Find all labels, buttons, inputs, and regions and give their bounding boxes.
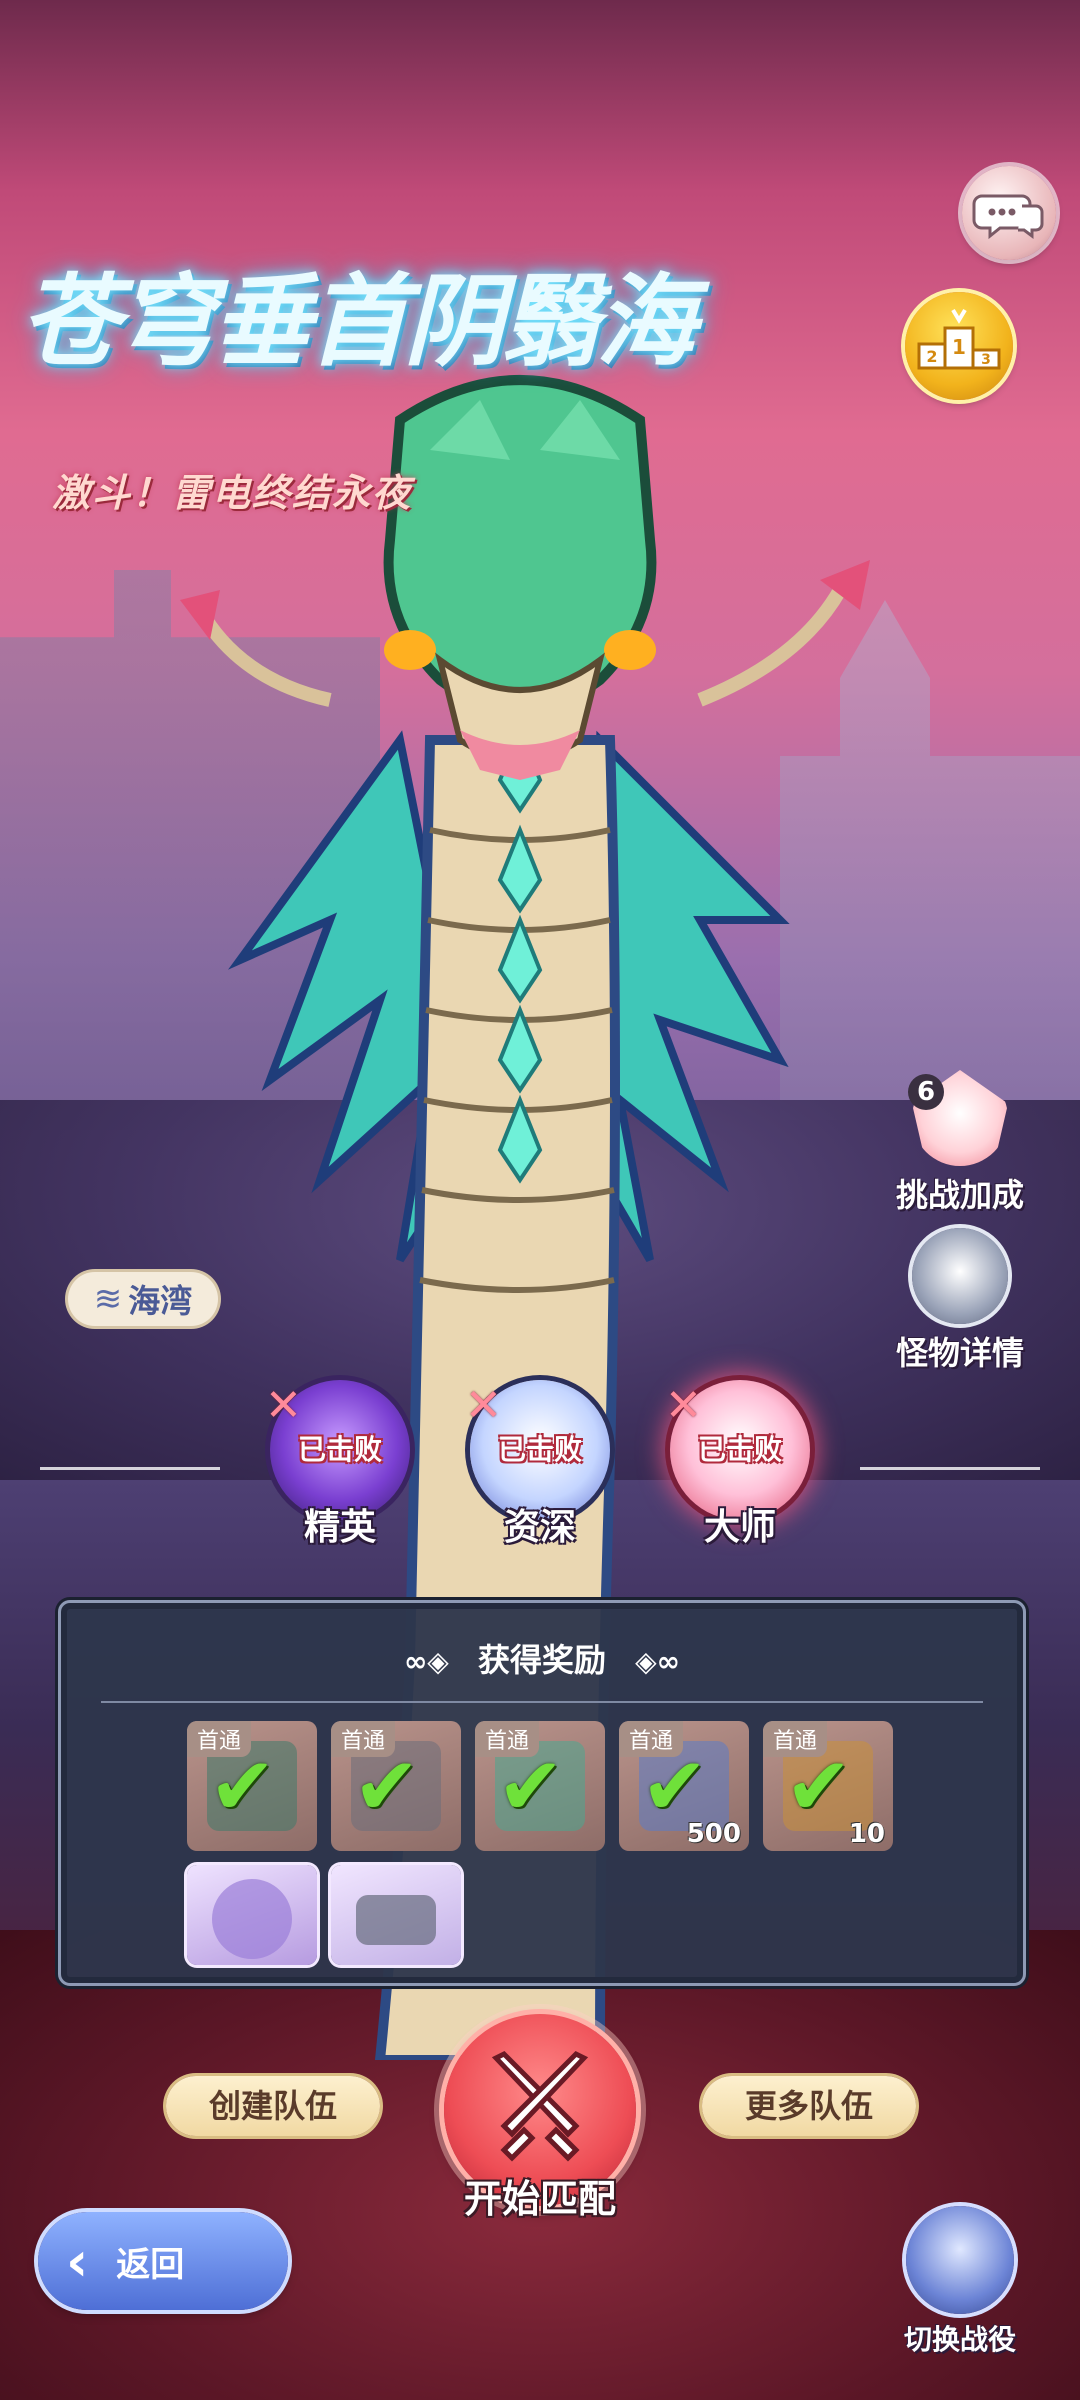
monster-info-button[interactable]: 怪物详情 — [880, 1228, 1040, 1374]
difficulty-label: 精英 — [303, 1507, 376, 1548]
chat-bubble-icon — [972, 194, 1044, 240]
difficulty-label: 大师 — [703, 1507, 776, 1548]
monster-head-icon — [912, 1228, 1008, 1324]
difficulty-elite[interactable]: ✕ 已击败 精英 — [265, 1380, 415, 1550]
reward-item-crystal[interactable]: 首通 ✔ 500 — [619, 1721, 749, 1851]
rewards-panel: ∞◈ 获得奖励 ◈∞ 首通 ✔ 首通 ✔ 首通 ✔ 首通 ✔ 500 首通 ✔ … — [58, 1600, 1026, 1986]
ranking-button[interactable]: 1 2 3 — [905, 292, 1013, 400]
wave-icon: ≋ — [93, 1279, 123, 1319]
podium-icon: 1 2 3 — [917, 308, 1001, 370]
game-screen: 苍穹垂首阴翳海 激斗！雷电终结永夜 1 2 3 挑战加成 6 怪物详情 ≋ 海湾 — [0, 0, 1080, 2400]
defeated-x-icon: ✕ — [465, 1380, 502, 1431]
ornament-right-icon: ◈∞ — [635, 1645, 680, 1678]
switch-campaign-label: 切换战役 — [903, 2323, 1016, 2356]
reward-item-star-token[interactable]: 首通 ✔ 10 — [763, 1721, 893, 1851]
rewards-title-row: ∞◈ 获得奖励 ◈∞ — [61, 1635, 1023, 1681]
svg-text:3: 3 — [981, 352, 991, 368]
difficulty-divider-left — [40, 1467, 220, 1470]
defeated-x-icon: ✕ — [265, 1380, 302, 1431]
defeated-status: 已击败 — [297, 1433, 382, 1466]
difficulty-divider-right — [860, 1467, 1040, 1470]
back-button[interactable]: ‹ 返回 — [38, 2212, 288, 2310]
switch-campaign-button[interactable]: 切换战役 — [890, 2206, 1030, 2358]
difficulty-label: 资深 — [503, 1507, 576, 1548]
defeated-status: 已击败 — [497, 1433, 582, 1466]
reward-item-ingot[interactable] — [331, 1865, 461, 1965]
monster-info-label: 怪物详情 — [895, 1334, 1024, 1372]
claimed-check-icon: ✔ — [209, 1740, 277, 1833]
heart-coin-icon — [212, 1879, 292, 1959]
svg-text:2: 2 — [926, 347, 937, 366]
location-label: 海湾 — [128, 1282, 193, 1320]
location-tag: ≋ 海湾 — [68, 1272, 218, 1326]
defeated-x-icon: ✕ — [665, 1380, 702, 1431]
reward-item-dagger[interactable]: 首通 ✔ — [187, 1721, 317, 1851]
more-teams-button[interactable]: 更多队伍 — [702, 2076, 916, 2136]
background-castle-right — [780, 600, 1080, 1120]
background-ruins-left — [0, 570, 380, 1130]
claimed-check-icon: ✔ — [497, 1740, 565, 1833]
challenge-bonus-count-badge: 6 — [908, 1074, 944, 1110]
metal-ingot-icon — [356, 1895, 436, 1945]
chevron-left-icon: ‹ — [66, 2229, 89, 2293]
claimed-check-icon: ✔ — [353, 1740, 421, 1833]
challenge-bonus-button[interactable]: 挑战加成 — [880, 1070, 1040, 1216]
create-team-button[interactable]: 创建队伍 — [166, 2076, 380, 2136]
campaign-switch-icon — [906, 2206, 1014, 2314]
claimed-check-icon: ✔ — [641, 1740, 709, 1833]
chat-button[interactable] — [962, 166, 1056, 260]
challenge-bonus-label: 挑战加成 — [895, 1176, 1024, 1214]
defeated-status: 已击败 — [697, 1433, 782, 1466]
reward-item-dragon-charm[interactable]: 首通 ✔ — [475, 1721, 605, 1851]
reward-quantity: 500 — [686, 1819, 741, 1849]
difficulty-senior[interactable]: ✕ 已击败 资深 — [465, 1380, 615, 1550]
difficulty-master[interactable]: ✕ 已击败 大师 — [665, 1380, 815, 1550]
start-match-label: 开始匹配 — [463, 2177, 616, 2221]
panel-divider — [101, 1701, 983, 1703]
reward-quantity: 10 — [848, 1819, 885, 1849]
reward-item-heart-coin[interactable] — [187, 1865, 317, 1965]
event-title: 苍穹垂首阴翳海 — [20, 262, 696, 380]
ornament-left-icon: ∞◈ — [403, 1645, 449, 1678]
claimed-check-icon: ✔ — [785, 1740, 853, 1833]
back-label: 返回 — [116, 2244, 185, 2285]
event-subtitle: 激斗！雷电终结永夜 — [52, 471, 413, 515]
rewards-title: 获得奖励 — [477, 1641, 606, 1679]
reward-item-frame[interactable]: 首通 ✔ — [331, 1721, 461, 1851]
event-title-logo: 苍穹垂首阴翳海 — [20, 240, 780, 385]
svg-text:1: 1 — [952, 335, 966, 359]
